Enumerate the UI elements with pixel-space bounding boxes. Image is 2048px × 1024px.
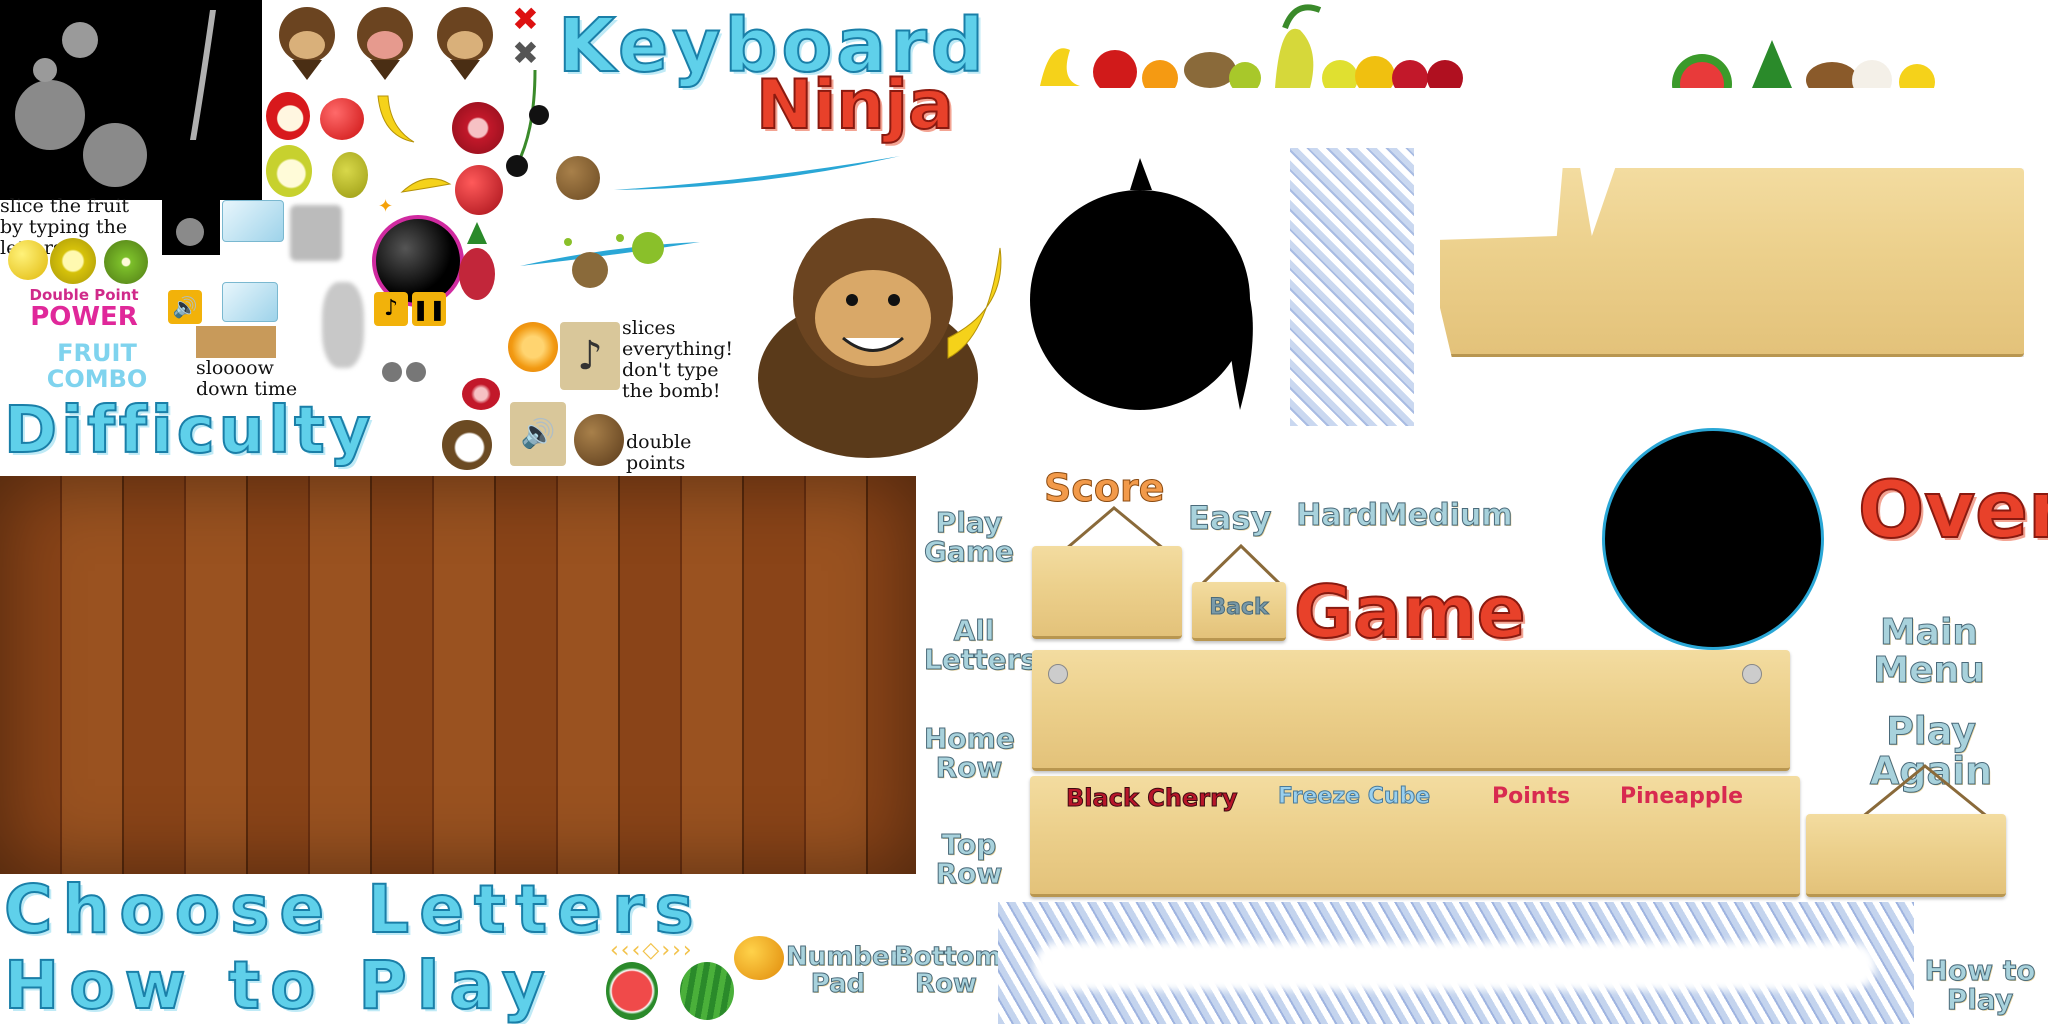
choose-letters-heading: Choose Letters — [3, 871, 704, 948]
fruit-banner-right — [1672, 40, 1962, 114]
double-points-power-badge: Double Point POWER — [4, 286, 164, 332]
nail-left-icon — [1048, 664, 1068, 684]
tip-bomb: slices everything! don't type the bomb! — [622, 317, 734, 402]
broken-wood-plank — [1440, 168, 2024, 357]
play-again-board — [1806, 814, 2006, 897]
pear-icon — [332, 152, 368, 198]
ice-cube-small-icon — [222, 282, 278, 322]
monkey-head-hurt-icon — [350, 0, 420, 80]
coconut-icon — [442, 420, 492, 470]
black-cherry-icon — [505, 69, 551, 180]
pomegranate-whole-icon — [455, 165, 503, 215]
cherry-shadow-icon — [380, 340, 430, 384]
difficulty-heading: Difficulty — [3, 394, 375, 468]
bottom-row-button[interactable]: Bottom Row — [894, 943, 1003, 999]
bomb-fuse-icon: ✦ — [378, 196, 394, 217]
play-game-button[interactable]: Play Game — [924, 507, 1015, 567]
power-label: POWER — [30, 302, 138, 332]
mango-icon — [734, 936, 784, 980]
black-cherry-label: Black Cherry — [1066, 784, 1239, 813]
game-heading: Game — [1293, 570, 1527, 654]
play-again-rope — [1850, 762, 2000, 824]
sound-on-icon[interactable]: 🔊 — [168, 290, 202, 324]
number-pad-button[interactable]: Number Pad — [786, 943, 903, 999]
top-row-button[interactable]: Top Row — [924, 829, 1014, 889]
pineapple-shadow-icon — [322, 282, 364, 368]
ice-frost-strip-vertical — [1290, 148, 1414, 426]
fruit-combo-label: FRUIT — [57, 339, 137, 367]
kiwi-icon — [104, 240, 148, 284]
back-button[interactable]: Back — [1196, 595, 1282, 619]
green-apple-icon — [266, 145, 312, 197]
monkey-head-icon — [272, 0, 342, 80]
wood-background — [0, 476, 916, 874]
easy-button[interactable]: Easy — [1188, 501, 1272, 536]
over-heading: Over — [1857, 466, 2048, 556]
points-label: Points — [1492, 784, 1571, 809]
monkey-head-angry-icon — [430, 0, 500, 80]
orange-slice-icon — [508, 322, 558, 372]
watermelon-whole-icon — [680, 962, 734, 1020]
pineapple-icon — [455, 222, 499, 302]
pause-icon[interactable]: ❚❚ — [412, 292, 446, 326]
miss-x-red-icon: ✖ — [512, 0, 539, 38]
home-row-button[interactable]: Home Row — [924, 723, 1016, 783]
kiwi-whole-icon — [556, 156, 600, 200]
pomegranate-slice-icon — [462, 378, 500, 410]
red-apple-icon — [320, 98, 364, 140]
ice-frame-inner — [1034, 942, 1876, 990]
lemon-icon — [8, 240, 48, 280]
pineapple-label: Pineapple — [1620, 784, 1744, 809]
score-sign-board — [1032, 546, 1182, 639]
fruit-combo-badge: FRUIT COMBO — [4, 340, 190, 398]
hard-button[interactable]: Hard — [1290, 500, 1384, 532]
sound-tile-icon[interactable]: 🔊 — [510, 402, 566, 466]
ice-cube-shadow-icon — [290, 205, 342, 261]
apple-sliced-icon — [266, 92, 310, 140]
freeze-cube-label: Freeze Cube — [1277, 784, 1431, 810]
miss-x-gray-icon: ✖ — [512, 34, 539, 72]
music-toggle-icon[interactable]: ♪ — [374, 292, 408, 326]
combo-arrows-icon: ‹‹‹◇››› — [610, 938, 694, 963]
lime-icon — [50, 238, 96, 284]
watermelon-slice-icon — [606, 962, 658, 1020]
banana-icon — [372, 92, 418, 146]
small-splatter-sprite — [162, 200, 220, 255]
combo-label: COMBO — [46, 365, 148, 393]
splatter-icon — [15, 10, 216, 187]
back-rope — [1196, 543, 1286, 586]
how-to-play-button[interactable]: How to Play — [1916, 955, 2044, 1015]
black-circle-mask — [1602, 428, 1824, 650]
game-title-ninja: Ninja — [755, 66, 955, 145]
monkey-face-tile — [196, 326, 276, 358]
how-to-play-heading: How to Play — [3, 947, 555, 1024]
ice-cube-icon — [222, 200, 284, 242]
ninja-monkey-mascot — [748, 188, 1016, 458]
pomegranate-icon — [452, 102, 504, 154]
main-menu-button[interactable]: Main Menu — [1824, 613, 2034, 690]
long-plank-top — [1032, 650, 1790, 771]
nail-right-icon — [1742, 664, 1762, 684]
music-note-tile-icon[interactable]: ♪ — [560, 322, 620, 390]
monkey-silhouette — [1020, 150, 1270, 420]
banana-half-icon — [400, 170, 452, 200]
juice-splatter-sprite — [0, 0, 262, 200]
coconut-whole-icon — [574, 414, 624, 466]
all-letters-button[interactable]: All Letters — [924, 615, 1038, 675]
kiwi-slice-splash-icon — [520, 222, 700, 292]
medium-button[interactable]: Medium — [1378, 500, 1514, 532]
fruit-banner-left — [1030, 0, 1470, 96]
